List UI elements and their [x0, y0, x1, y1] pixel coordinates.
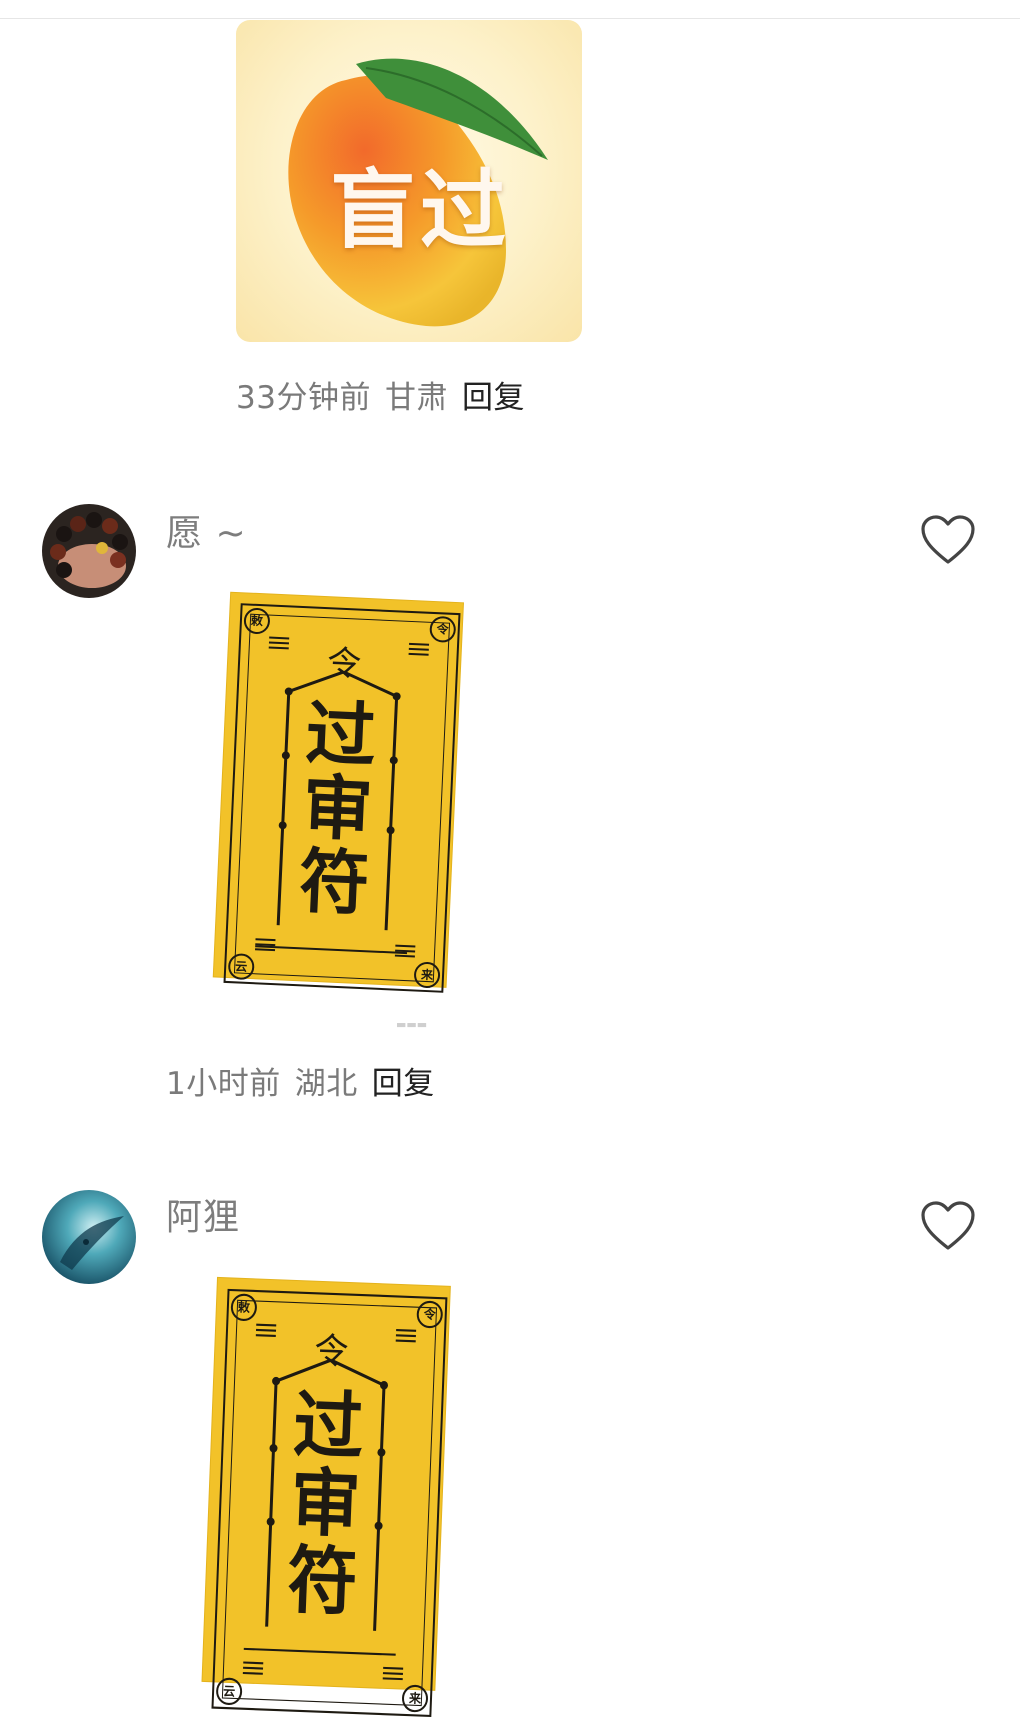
- sticker-watermark: ▬▬▬: [396, 1018, 428, 1031]
- mango-sticker-image[interactable]: 盲过: [236, 20, 582, 342]
- mango-sticker-text: 盲过: [330, 161, 510, 261]
- avatar[interactable]: [42, 1190, 136, 1284]
- comment-meta: 1小时前 湖北 回复: [166, 1058, 435, 1103]
- talisman-char: 符: [285, 1537, 360, 1626]
- comment-time: 33分钟前: [236, 380, 371, 416]
- avatar[interactable]: [42, 504, 136, 598]
- talisman-top-char: 令: [313, 1330, 350, 1374]
- username[interactable]: 阿狸: [166, 1188, 240, 1240]
- prayer-beads-avatar-icon: [42, 504, 136, 598]
- talisman-char: 符: [297, 840, 371, 926]
- comment-location: 湖北: [294, 1066, 358, 1102]
- username[interactable]: 愿 ~: [166, 504, 247, 556]
- talisman-sticker-image[interactable]: 敕 令 云 来 令 过 审 符: [201, 1278, 458, 1728]
- comment-time: 1小时前: [166, 1066, 281, 1102]
- talisman-top-char: 令: [326, 643, 362, 685]
- comment-location: 甘肃: [384, 380, 448, 416]
- reply-button[interactable]: 回复: [462, 380, 525, 416]
- heart-outline-icon[interactable]: [920, 1200, 976, 1252]
- talisman-char: 审: [300, 766, 375, 852]
- heart-outline-icon[interactable]: [920, 514, 976, 566]
- reply-button[interactable]: 回复: [372, 1066, 435, 1102]
- talisman-char: 过: [291, 1381, 366, 1471]
- talisman-sticker-image[interactable]: 敕 令 云 来 令 过 审 符: [213, 592, 471, 1003]
- whale-avatar-icon: [42, 1190, 136, 1284]
- top-divider: [0, 18, 1020, 19]
- talisman-char: 过: [304, 692, 378, 778]
- comment-meta: 33分钟前 甘肃 回复: [236, 372, 525, 417]
- talisman-char: 审: [288, 1459, 363, 1549]
